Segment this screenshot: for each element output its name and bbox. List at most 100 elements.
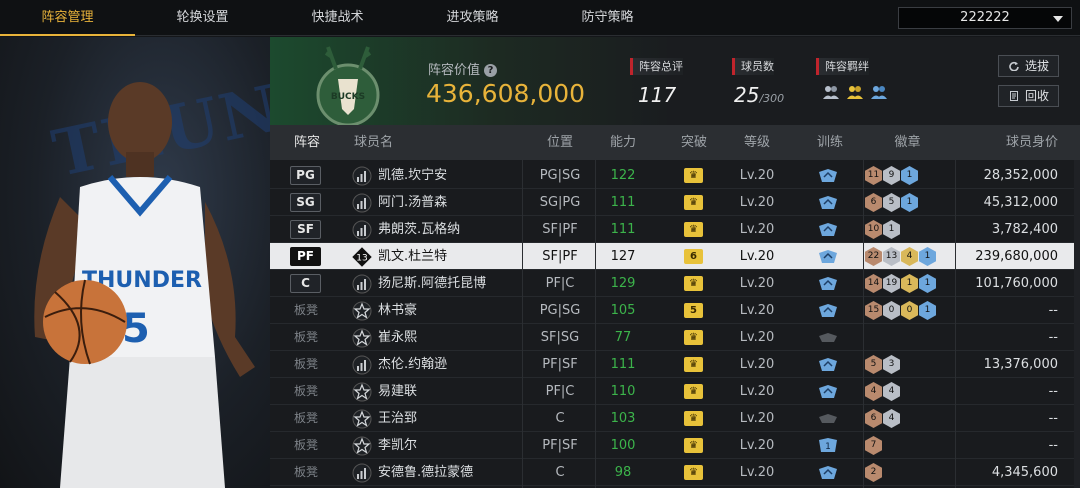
player-name: 林书豪 bbox=[378, 303, 418, 318]
training-chevron-icon[interactable] bbox=[818, 465, 838, 480]
bench-label: 板凳 bbox=[294, 465, 319, 479]
table-row[interactable]: 板凳 杰伦.约翰逊 PF|SF 111 Lv.20 53 13,376,000 bbox=[270, 351, 1074, 378]
column-header-level[interactable]: 等级 bbox=[727, 125, 787, 160]
tab-2[interactable]: 快捷战术 bbox=[270, 0, 405, 36]
player-value: 45,312,000 bbox=[983, 195, 1058, 210]
help-icon[interactable]: ? bbox=[484, 64, 498, 77]
crown-icon bbox=[684, 411, 703, 426]
lineup-rating: 117 bbox=[638, 83, 677, 107]
tab-0[interactable]: 阵容管理 bbox=[0, 0, 135, 36]
training-chevron-icon[interactable] bbox=[818, 195, 838, 210]
team-selector-dropdown[interactable]: 222222 bbox=[898, 7, 1072, 29]
table-row[interactable]: 板凳 崔永熙 SF|SG 77 Lv.20 -- bbox=[270, 324, 1074, 351]
badge-hex-icon: 11 bbox=[865, 166, 882, 185]
training-chevron-icon[interactable] bbox=[818, 276, 838, 291]
player-level: Lv.20 bbox=[739, 276, 775, 291]
table-scrollbar[interactable] bbox=[1074, 160, 1080, 488]
column-divider bbox=[863, 160, 864, 488]
rank-bars-icon bbox=[352, 463, 372, 483]
table-row[interactable]: 板凳 王治郅 C 103 Lv.20 64 -- bbox=[270, 405, 1074, 432]
badge-hex-icon: 1 bbox=[901, 166, 918, 185]
player-value: -- bbox=[1048, 438, 1058, 453]
bench-label: 板凳 bbox=[294, 330, 319, 344]
table-row[interactable]: PF 13 凯文.杜兰特 SF|PF 127 6 Lv.20 22 13 4 1 239,680,00… bbox=[270, 243, 1074, 270]
table-row[interactable]: 板凳 林书豪 PG|SG 105 5 Lv.20 15 0 0 1 -- bbox=[270, 297, 1074, 324]
column-header-breakthrough[interactable]: 突破 bbox=[664, 125, 724, 160]
table-row[interactable]: SF 弗朗茨.瓦格纳 SF|PF 111 Lv.20 101 3,782,400 bbox=[270, 216, 1074, 243]
badge-hex-icon: 9 bbox=[883, 166, 900, 185]
player-position: PF|C bbox=[545, 276, 575, 291]
column-header-position[interactable]: 位置 bbox=[520, 125, 600, 160]
player-value: 3,782,400 bbox=[991, 222, 1058, 237]
player-ability: 77 bbox=[614, 330, 632, 345]
training-chevron-icon[interactable] bbox=[818, 330, 838, 345]
column-header-ability[interactable]: 能力 bbox=[598, 125, 648, 160]
top-navigation: 阵容管理 轮换设置 快捷战术 进攻策略 防守策略 222222 bbox=[0, 0, 1080, 36]
column-header-player-name[interactable]: 球员名 bbox=[354, 125, 393, 160]
badge-group: 15 0 0 1 bbox=[865, 301, 936, 320]
players-label: 球员数 bbox=[732, 58, 774, 75]
tab-1[interactable]: 轮换设置 bbox=[135, 0, 270, 36]
training-chevron-icon[interactable] bbox=[818, 249, 838, 264]
recycle-button[interactable]: 回收 bbox=[998, 85, 1059, 107]
player-name: 安德鲁.德拉蒙德 bbox=[378, 465, 474, 480]
table-row[interactable]: 板凳 安德鲁.德拉蒙德 C 98 Lv.20 2 4,345,600 bbox=[270, 459, 1074, 486]
table-row[interactable]: 板凳 易建联 PF|C 110 Lv.20 44 -- bbox=[270, 378, 1074, 405]
rank-bars-icon bbox=[352, 166, 372, 186]
table-row[interactable]: PG 凯德.坎宁安 PG|SG 122 Lv.20 1191 28,352,000 bbox=[270, 162, 1074, 189]
badge-hex-icon: 5 bbox=[865, 355, 882, 374]
crown-icon bbox=[684, 438, 703, 453]
table-row[interactable]: 板凳 李凯尔 PF|SF 100 Lv.20 1 7 -- bbox=[270, 432, 1074, 459]
badge-hex-icon: 0 bbox=[883, 301, 900, 320]
player-ability: 103 bbox=[610, 411, 636, 426]
badge-group: 651 bbox=[865, 193, 918, 212]
bench-label: 板凳 bbox=[294, 438, 319, 452]
table-row[interactable]: C扬尼斯.阿德托昆博PF|C129Lv.20141911101,760,000 bbox=[270, 270, 1074, 297]
lineup-value: 436,608,000 bbox=[426, 79, 586, 108]
tab-4[interactable]: 防守策略 bbox=[540, 0, 675, 36]
roster-table: 阵容球员名位置能力突破等级训练徽章球员身价 PG凯德.坎宁安PG|SG122Lv… bbox=[270, 125, 1080, 488]
player-level: Lv.20 bbox=[739, 168, 775, 183]
bench-label: 板凳 bbox=[294, 384, 319, 398]
player-name: 易建联 bbox=[378, 384, 418, 399]
star-icon bbox=[352, 382, 372, 402]
player-position: PG|SG bbox=[539, 303, 581, 318]
tier-diamond-icon: 13 bbox=[352, 247, 372, 267]
training-chevron-icon[interactable]: 1 bbox=[818, 438, 838, 453]
player-count-value: 25 bbox=[734, 83, 760, 107]
badge-hex-icon: 1 bbox=[919, 274, 936, 293]
training-chevron-icon[interactable] bbox=[818, 357, 838, 372]
badge-group: 22 13 4 1 bbox=[865, 247, 936, 266]
bond-gold-icon[interactable] bbox=[846, 84, 864, 100]
player-count: 25/300 bbox=[734, 83, 784, 107]
svg-text:1: 1 bbox=[825, 442, 831, 452]
bond-blue-icon[interactable] bbox=[870, 84, 888, 100]
training-chevron-icon[interactable] bbox=[818, 303, 838, 318]
badge-group: 53 bbox=[865, 355, 900, 374]
breakthrough-badge: 5 bbox=[684, 303, 703, 318]
column-header-badges[interactable]: 徽章 bbox=[865, 125, 950, 160]
column-header-player-value[interactable]: 球员身价 bbox=[1006, 125, 1058, 160]
player-name: 弗朗茨.瓦格纳 bbox=[378, 222, 461, 237]
column-divider bbox=[955, 160, 956, 488]
bench-label: 板凳 bbox=[294, 303, 319, 317]
player-ability: 105 bbox=[610, 303, 636, 318]
player-name: 崔永熙 bbox=[378, 330, 418, 345]
player-level: Lv.20 bbox=[739, 411, 775, 426]
rank-bars-icon bbox=[352, 220, 372, 240]
rating-label: 阵容总评 bbox=[630, 58, 683, 75]
training-chevron-icon[interactable] bbox=[818, 222, 838, 237]
chevron-down-icon bbox=[1053, 16, 1063, 22]
badge-group: 44 bbox=[865, 382, 900, 401]
training-chevron-icon[interactable] bbox=[818, 384, 838, 399]
training-chevron-icon[interactable] bbox=[818, 168, 838, 183]
breakthrough-badge: 6 bbox=[684, 249, 703, 264]
training-chevron-icon[interactable] bbox=[818, 411, 838, 426]
bond-silver-icon[interactable] bbox=[822, 84, 840, 100]
pick-button[interactable]: 选拔 bbox=[998, 55, 1059, 77]
column-header-training[interactable]: 训练 bbox=[800, 125, 860, 160]
tab-3[interactable]: 进攻策略 bbox=[405, 0, 540, 36]
bonds-label: 阵容羁绊 bbox=[816, 58, 869, 75]
table-row[interactable]: SG 阿门.汤普森 SG|PG 111 Lv.20 651 45,312,000 bbox=[270, 189, 1074, 216]
badge-hex-icon: 15 bbox=[865, 301, 882, 320]
